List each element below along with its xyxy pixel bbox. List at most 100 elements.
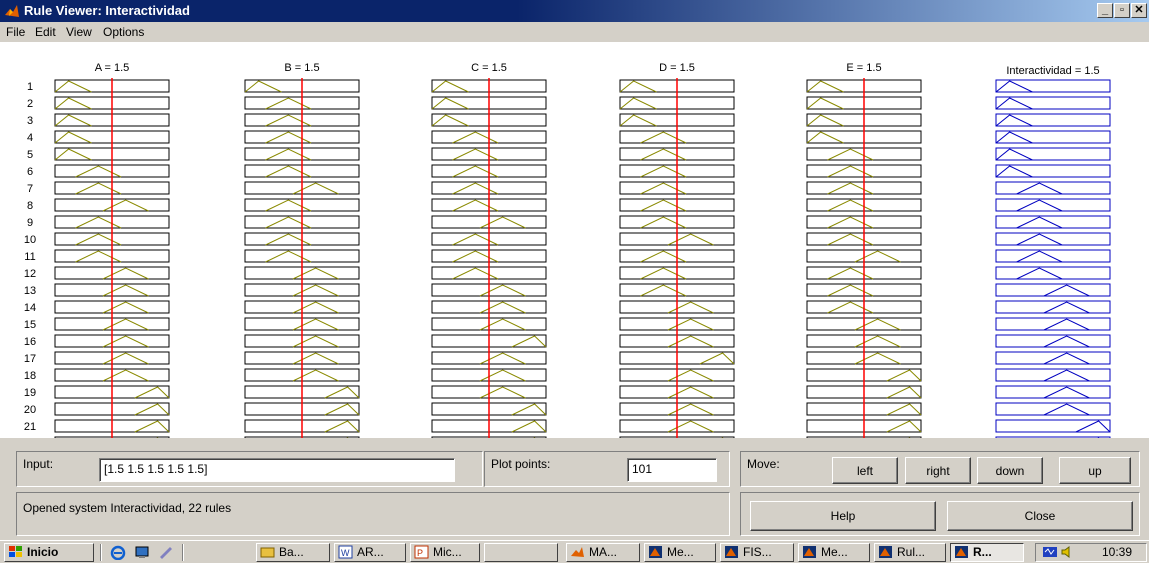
taskbar-item[interactable]: W AR... — [334, 543, 406, 562]
output-rule-plot — [995, 266, 1111, 280]
output-rule-plot — [995, 232, 1111, 246]
taskbar-item[interactable]: Me... — [644, 543, 716, 562]
output-rule-plot — [995, 419, 1111, 433]
windows-logo-icon — [9, 546, 22, 557]
title-bar: Rule Viewer: Interactividad _ ▫ ✕ — [0, 0, 1149, 22]
network-icon[interactable] — [1042, 545, 1058, 559]
output-rule-plot — [995, 181, 1111, 195]
rule-number: 6 — [27, 166, 33, 178]
menu-edit[interactable]: Edit — [35, 25, 56, 39]
output-rule-plot — [995, 283, 1111, 297]
powerpoint-icon: P — [414, 545, 429, 559]
output-rule-plot — [995, 198, 1111, 212]
fuzzy-icon — [725, 546, 738, 558]
rule-number: 15 — [24, 319, 36, 331]
status-text: Opened system Interactividad, 22 rules — [23, 501, 232, 515]
close-window-button[interactable]: ✕ — [1131, 3, 1147, 18]
output-rule-plot — [995, 215, 1111, 229]
status-frame: Opened system Interactividad, 22 rules — [16, 492, 730, 536]
taskbar-item[interactable]: Ba... — [256, 543, 330, 562]
plot-points-frame: Plot points: 101 — [484, 451, 730, 487]
output-rule-plot — [995, 79, 1111, 93]
rule-number: 21 — [24, 421, 36, 433]
volume-icon[interactable] — [1060, 545, 1076, 559]
window-title: Rule Viewer: Interactividad — [24, 3, 190, 18]
minimize-button[interactable]: _ — [1097, 3, 1113, 18]
menu-file[interactable]: File — [6, 25, 25, 39]
input-field[interactable]: [1.5 1.5 1.5 1.5 1.5] — [99, 458, 455, 482]
plot-points-field[interactable]: 101 — [627, 458, 717, 482]
rule-number: 14 — [24, 302, 36, 314]
move-label: Move: — [747, 457, 780, 471]
fuzzy-icon — [955, 546, 968, 558]
rule-number: 3 — [27, 115, 33, 127]
taskbar-item[interactable]: FIS... — [720, 543, 794, 562]
word-icon: W — [338, 545, 353, 559]
output-rule-plot — [995, 96, 1111, 110]
output-rule-plot — [995, 130, 1111, 144]
start-label: Inicio — [27, 545, 59, 559]
rule-number: 12 — [24, 268, 36, 280]
desktop-icon[interactable] — [134, 545, 150, 560]
menu-options[interactable]: Options — [103, 25, 144, 39]
output-rule-plot — [995, 317, 1111, 331]
rule-number: 1 — [27, 81, 33, 93]
close-button[interactable]: Close — [947, 501, 1133, 531]
input-header-3: D = 1.5 — [659, 62, 695, 74]
action-frame: Help Close — [740, 492, 1140, 536]
rule-number: 16 — [24, 336, 36, 348]
move-right-button[interactable]: right — [905, 457, 971, 484]
input-header-0: A = 1.5 — [95, 62, 130, 74]
output-rule-plot — [995, 334, 1111, 348]
rule-plots[interactable]: A = 1.5 B = 1.5 C = 1.5 D = 1.5 E = 1.5 Inter… — [0, 42, 1149, 440]
taskbar-item[interactable]: Rul... — [874, 543, 946, 562]
rule-number: 13 — [24, 285, 36, 297]
move-up-button[interactable]: up — [1059, 457, 1131, 484]
taskbar-separator — [100, 544, 102, 561]
output-rule-plot — [995, 300, 1111, 314]
matlab-icon — [571, 547, 584, 557]
output-header: Interactividad = 1.5 — [1006, 65, 1099, 77]
maximize-button[interactable]: ▫ — [1114, 3, 1130, 18]
taskbar-item-active[interactable]: R... — [950, 543, 1024, 562]
input-label: Input: — [23, 457, 54, 471]
rule-number: 10 — [24, 234, 36, 246]
help-button[interactable]: Help — [750, 501, 936, 531]
menu-view[interactable]: View — [66, 25, 92, 39]
fuzzy-icon — [879, 546, 892, 558]
rule-number: 5 — [27, 149, 33, 161]
taskbar-item[interactable]: P Mic... — [410, 543, 480, 562]
output-rule-plot — [995, 164, 1111, 178]
move-left-button[interactable]: left — [832, 457, 898, 484]
svg-text:W: W — [341, 548, 350, 558]
start-button[interactable]: Inicio — [4, 543, 94, 562]
rule-number: 9 — [27, 217, 33, 229]
system-tray: 10:39 — [1035, 543, 1147, 562]
output-rule-plot — [995, 368, 1111, 382]
taskbar-item[interactable]: MA... — [566, 543, 640, 562]
output-rule-plot — [995, 351, 1111, 365]
plot-points-label: Plot points: — [491, 457, 551, 471]
rule-number: 11 — [24, 251, 35, 263]
output-rule-plot — [995, 113, 1111, 127]
taskbar: Inicio Ba... W AR... P Mic... MA... Me... … — [0, 540, 1149, 563]
output-rule-plot — [995, 385, 1111, 399]
menu-bar: File Edit View Options — [0, 22, 1149, 42]
taskbar-item[interactable] — [484, 543, 558, 562]
output-rule-plot — [995, 402, 1111, 416]
taskbar-item[interactable]: Me... — [798, 543, 870, 562]
rule-number: 2 — [27, 98, 33, 110]
rule-number: 7 — [27, 183, 33, 195]
quick-launch-icon[interactable] — [158, 545, 174, 560]
matlab-icon — [5, 5, 19, 17]
rule-number: 20 — [24, 404, 36, 416]
output-rule-plot — [995, 249, 1111, 263]
fuzzy-icon — [649, 546, 662, 558]
move-down-button[interactable]: down — [977, 457, 1043, 484]
svg-text:P: P — [417, 548, 423, 558]
rule-number: 18 — [24, 370, 36, 382]
rule-number: 4 — [27, 132, 33, 144]
taskbar-separator — [182, 544, 184, 561]
rule-number: 19 — [24, 387, 36, 399]
ie-icon[interactable] — [110, 545, 126, 560]
